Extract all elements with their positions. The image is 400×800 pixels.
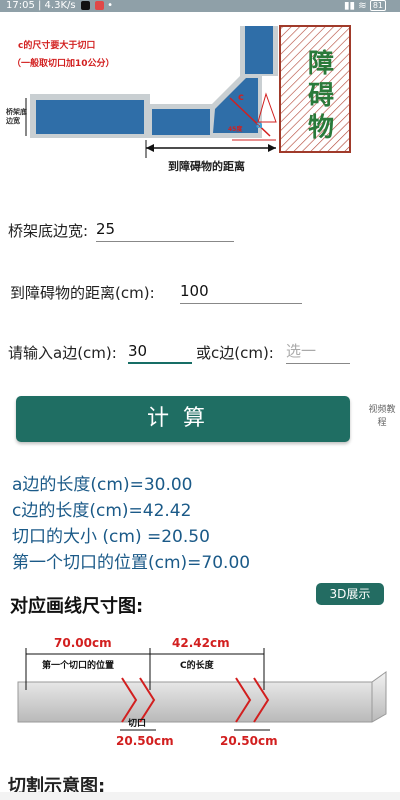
- status-bar: 17:05 | 4.3K/s • ▮▮ ≋ 81: [0, 0, 400, 12]
- bridge-width-label: 桥架底边宽: [6, 108, 27, 125]
- label-a: a: [256, 120, 263, 131]
- distance-label: 到障碍物的距离: [168, 160, 245, 173]
- label-c: c: [238, 92, 244, 103]
- c-edge-input[interactable]: 选一: [286, 340, 350, 364]
- result-c-length: c边的长度(cm)=42.42: [12, 501, 192, 521]
- calculate-button[interactable]: 计算: [16, 396, 350, 442]
- cut-size-2: 20.50cm: [220, 734, 278, 748]
- video-tutorial-link[interactable]: 视频教程: [366, 404, 398, 430]
- a-edge-input[interactable]: 30: [128, 340, 192, 364]
- result-a-length: a边的长度(cm)=30.00: [12, 475, 193, 495]
- show-3d-button[interactable]: 3D展示: [316, 583, 384, 605]
- section-title: 对应画线尺寸图:: [10, 596, 144, 617]
- label-cut: 切口: [128, 719, 147, 729]
- width-label: 桥架底边宽:: [8, 222, 89, 240]
- width-input[interactable]: 25: [96, 218, 234, 242]
- bridge-diagram: c的尺寸要大于切口 （一般取切口加10公分） 桥架底边宽 障碍物 到障碍物的距离…: [0, 12, 400, 173]
- signal-icon: ▮▮: [344, 0, 356, 12]
- label-first-cut-position: 第一个切口的位置: [42, 661, 115, 671]
- cut-diagram-title: 切割示意图:: [8, 776, 106, 792]
- bridge-diagram-graphic: [25, 25, 351, 158]
- dim-c-length: 42.42cm: [172, 636, 230, 650]
- distance-input[interactable]: 100: [180, 280, 302, 304]
- wifi-icon: ≋: [358, 0, 367, 12]
- tiktok-icon: [80, 0, 90, 10]
- cut-marking-graphic: [17, 648, 387, 731]
- app-notification-icon: [94, 0, 104, 10]
- distance-input-label: 到障碍物的距离(cm):: [10, 284, 155, 302]
- navigation-bar: [0, 792, 400, 800]
- status-right: ▮▮ ≋ 81: [344, 0, 386, 13]
- c-edge-label: 或c边(cm):: [196, 344, 274, 362]
- battery-icon: 81: [369, 0, 386, 11]
- label-c-length: C的长度: [180, 661, 214, 671]
- note-line2: （一般取切口加10公分）: [12, 59, 115, 69]
- obstacle-label: 障碍物: [307, 49, 334, 143]
- dim-first-cut: 70.00cm: [54, 636, 112, 650]
- more-dot-icon: •: [107, 0, 114, 11]
- result-cut-size: 切口的大小 (cm) =20.50: [12, 527, 210, 547]
- label-angle: 45度: [228, 126, 243, 133]
- note-line1: c的尺寸要大于切口: [18, 41, 96, 51]
- cut-marking-diagram: 70.00cm 42.42cm 第一个切口的位置 C的长度 切口 20.50cm…: [0, 630, 400, 770]
- status-left: 17:05 | 4.3K/s •: [6, 0, 113, 12]
- status-time: 17:05 | 4.3K/s: [6, 0, 76, 11]
- result-first-cut: 第一个切口的位置(cm)=70.00: [12, 553, 251, 573]
- a-edge-label: 请输入a边(cm):: [8, 344, 117, 362]
- cut-size-1: 20.50cm: [116, 734, 174, 748]
